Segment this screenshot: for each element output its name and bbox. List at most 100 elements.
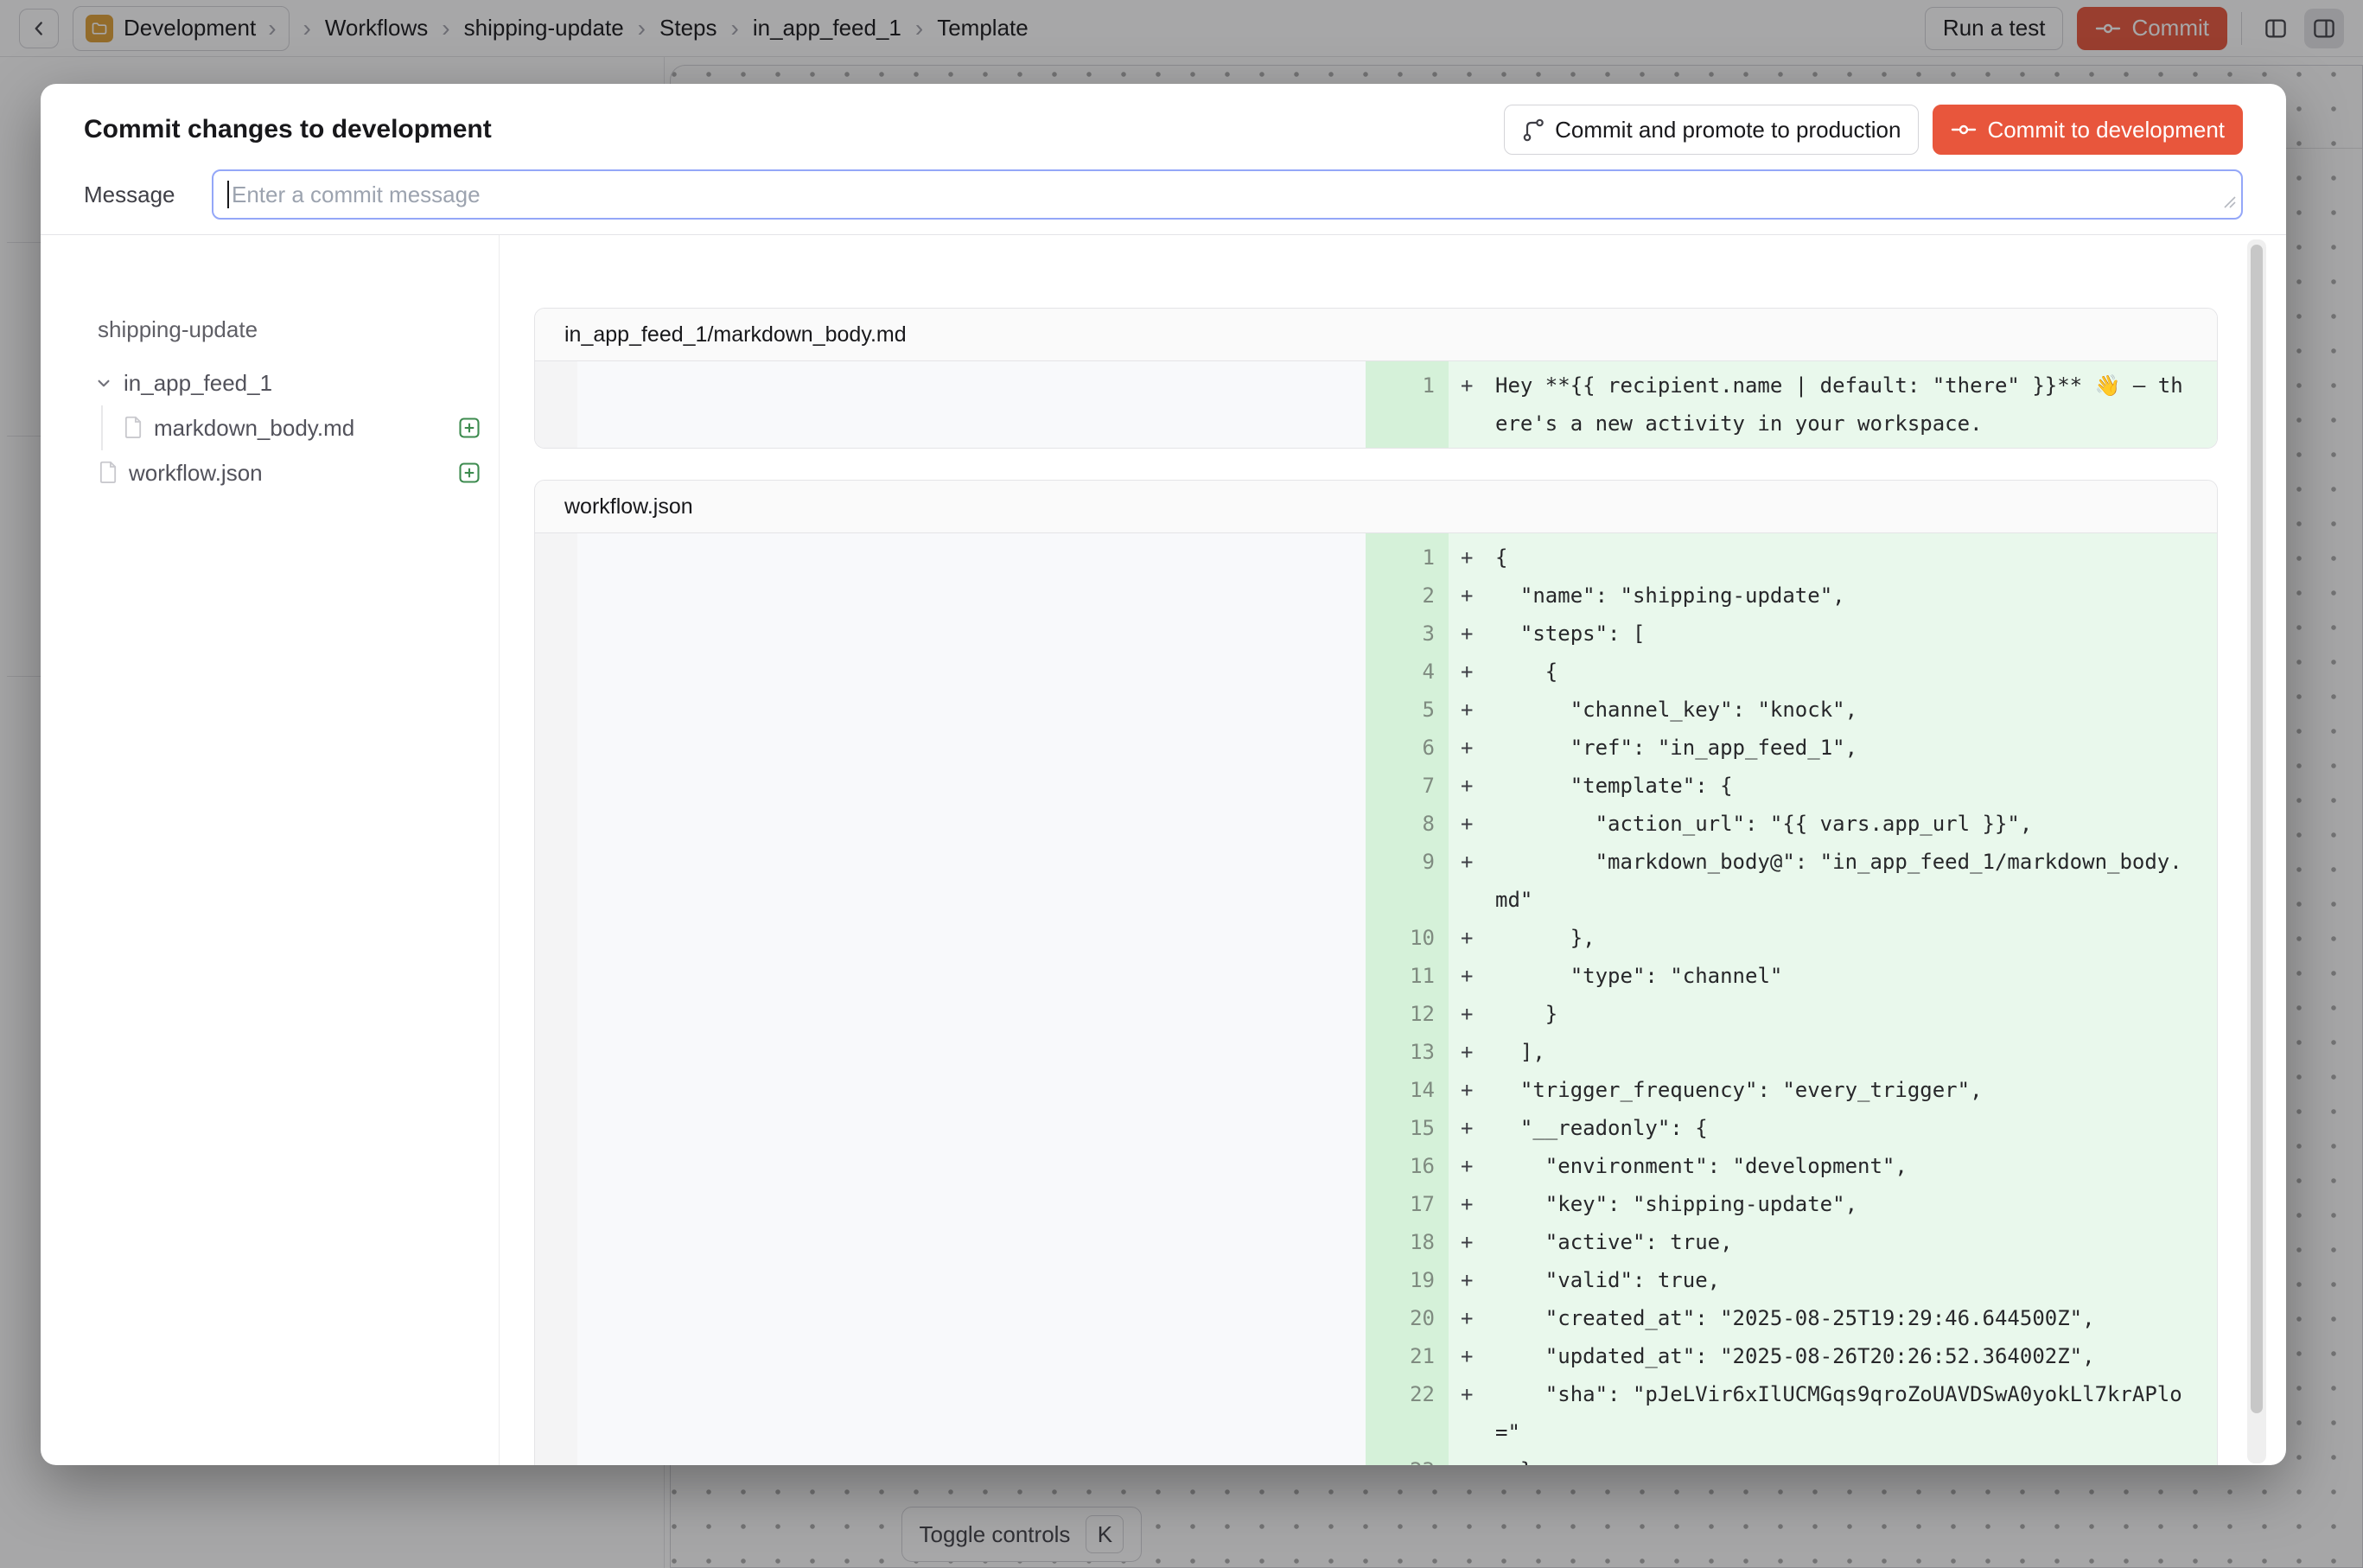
diff-old-content xyxy=(577,1109,1366,1147)
diff-old-gutter xyxy=(535,729,577,767)
diff-line-number: 6 xyxy=(1366,729,1449,767)
diff-line-text: "ref": "in_app_feed_1", xyxy=(1495,729,2188,767)
diff-line-number: 3 xyxy=(1366,615,1449,653)
diff-old-gutter xyxy=(535,615,577,653)
diff-line-row: 2+ "name": "shipping-update", xyxy=(535,577,2217,615)
diff-line-row: 16+ "environment": "development", xyxy=(535,1147,2217,1185)
diff-old-content xyxy=(577,577,1366,615)
diff-old-gutter xyxy=(535,539,577,577)
commit-icon xyxy=(1951,121,1977,138)
diff-new-content: +Hey **{{ recipient.name | default: "the… xyxy=(1449,367,2217,443)
diff-new-content: + "sha": "pJeLVir6xIlUCMGqs9qroZoUAVDSwA… xyxy=(1449,1375,2217,1451)
diff-old-gutter xyxy=(535,767,577,805)
resize-grip-icon[interactable] xyxy=(2222,194,2236,213)
diff-line-number: 19 xyxy=(1366,1261,1449,1299)
commit-and-promote-button[interactable]: Commit and promote to production xyxy=(1504,105,1919,155)
tree-file-workflow-json[interactable]: workflow.json xyxy=(98,450,481,495)
diff-old-content xyxy=(577,539,1366,577)
diff-old-content xyxy=(577,367,1366,443)
diff-line-number: 5 xyxy=(1366,691,1449,729)
diff-add-sign: + xyxy=(1449,653,1495,691)
message-placeholder: Enter a commit message xyxy=(232,182,481,208)
diff-new-content: + "type": "channel" xyxy=(1449,957,2217,995)
diff-file-name: workflow.json xyxy=(564,494,693,519)
tree-folder-in-app-feed-1[interactable]: in_app_feed_1 xyxy=(98,360,481,405)
diff-line-text: ], xyxy=(1495,1033,2188,1071)
diff-add-sign: + xyxy=(1449,691,1495,729)
diff-line-row: 14+ "trigger_frequency": "every_trigger"… xyxy=(535,1071,2217,1109)
diff-new-content: + ], xyxy=(1449,1033,2217,1071)
diff-new-content: + "action_url": "{{ vars.app_url }}", xyxy=(1449,805,2217,843)
file-added-icon xyxy=(457,416,481,440)
diff-old-gutter xyxy=(535,1337,577,1375)
diff-panel-header: workflow.json xyxy=(535,481,2217,533)
diff-line-number xyxy=(1366,443,1449,448)
modal-header: Commit changes to development Commit and… xyxy=(84,104,2243,156)
diff-add-sign: + xyxy=(1449,615,1495,653)
diff-old-gutter xyxy=(535,1299,577,1337)
tree-root-shipping-update[interactable]: shipping-update xyxy=(98,316,481,343)
diff-line-text: "__readonly": { xyxy=(1495,1109,2188,1147)
diff-old-content xyxy=(577,1451,1366,1465)
diff-line-text: "active": true, xyxy=(1495,1223,2188,1261)
diff-line-text: }, xyxy=(1495,919,2188,957)
diff-line-row: 6+ "ref": "in_app_feed_1", xyxy=(535,729,2217,767)
modal-scrollbar-thumb[interactable] xyxy=(2251,245,2263,1413)
diff-new-content: + "steps": [ xyxy=(1449,615,2217,653)
diff-panel: workflow.json 1+{2+ "name": "shipping-upd… xyxy=(534,480,2218,1465)
diff-line-text: "updated_at": "2025-08-26T20:26:52.36400… xyxy=(1495,1337,2188,1375)
diff-add-sign: + xyxy=(1449,539,1495,577)
diff-line-row: 13+ ], xyxy=(535,1033,2217,1071)
diff-old-gutter xyxy=(535,1223,577,1261)
diff-line-number: 14 xyxy=(1366,1071,1449,1109)
diff-line-row: 21+ "updated_at": "2025-08-26T20:26:52.3… xyxy=(535,1337,2217,1375)
diff-new-content: + "updated_at": "2025-08-26T20:26:52.364… xyxy=(1449,1337,2217,1375)
diff-file-name: in_app_feed_1/markdown_body.md xyxy=(564,322,907,347)
diff-add-sign: + xyxy=(1449,577,1495,615)
diff-line-number: 15 xyxy=(1366,1109,1449,1147)
diff-new-content: + "active": true, xyxy=(1449,1223,2217,1261)
diff-line-number: 23 xyxy=(1366,1451,1449,1465)
message-row: Message Enter a commit message xyxy=(84,169,2243,220)
diff-new-content: + "name": "shipping-update", xyxy=(1449,577,2217,615)
diff-old-content xyxy=(577,1261,1366,1299)
diff-old-gutter xyxy=(535,1375,577,1451)
commit-to-development-button[interactable]: Commit to development xyxy=(1933,105,2243,155)
diff-old-gutter xyxy=(535,1451,577,1465)
diff-old-content xyxy=(577,919,1366,957)
diff-add-sign: + xyxy=(1449,1375,1495,1451)
diff-add-sign: + xyxy=(1449,1071,1495,1109)
diff-line-text: } xyxy=(1495,995,2188,1033)
diff-line-row: 3+ "steps": [ xyxy=(535,615,2217,653)
diff-add-sign: + xyxy=(1449,957,1495,995)
diff-line-text: Hey **{{ recipient.name | default: "ther… xyxy=(1495,367,2188,443)
diff-old-content xyxy=(577,957,1366,995)
diff-add-sign: + xyxy=(1449,1147,1495,1185)
changed-files-tree: shipping-update in_app_feed_1 markdown_b… xyxy=(41,235,500,1465)
diff-line-row: 1+{ xyxy=(535,539,2217,577)
diff-line-number: 16 xyxy=(1366,1147,1449,1185)
diff-new-content: + } xyxy=(1449,1451,2217,1465)
diff-line-row: 7+ "template": { xyxy=(535,767,2217,805)
diff-line-text: "markdown_body@": "in_app_feed_1/markdow… xyxy=(1495,843,2188,919)
diff-line-row: 9+ "markdown_body@": "in_app_feed_1/mark… xyxy=(535,843,2217,919)
diff-add-sign: + xyxy=(1449,843,1495,919)
diff-line-number: 10 xyxy=(1366,919,1449,957)
diff-line-number: 7 xyxy=(1366,767,1449,805)
diff-line-number: 21 xyxy=(1366,1337,1449,1375)
diff-line-text: { xyxy=(1495,539,2188,577)
commit-message-input[interactable]: Enter a commit message xyxy=(212,169,2243,220)
diff-old-content xyxy=(577,729,1366,767)
diff-line-number: 11 xyxy=(1366,957,1449,995)
diff-line-number: 1 xyxy=(1366,367,1449,443)
tree-file-markdown-body[interactable]: markdown_body.md xyxy=(103,405,481,450)
diff-line-text: "trigger_frequency": "every_trigger", xyxy=(1495,1071,2188,1109)
diff-old-gutter xyxy=(535,843,577,919)
diff-new-content: + "channel_key": "knock", xyxy=(1449,691,2217,729)
diff-old-gutter xyxy=(535,805,577,843)
diff-line-number: 22 xyxy=(1366,1375,1449,1451)
diff-old-content xyxy=(577,1375,1366,1451)
diff-old-gutter xyxy=(535,367,577,443)
diff-new-content xyxy=(1449,443,2217,448)
diff-old-content xyxy=(577,443,1366,448)
